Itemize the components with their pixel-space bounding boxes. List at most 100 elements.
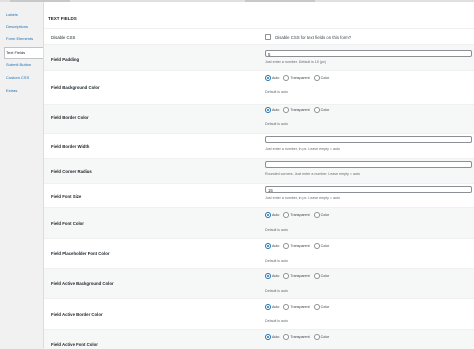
field-active-bg-color-desc: Default is auto — [265, 289, 288, 293]
field-font-size-input[interactable]: 15 — [265, 186, 472, 193]
field-bg-color-radios: Auto Transparent Color — [265, 75, 332, 81]
section-title: TEXT FIELDS — [48, 16, 77, 21]
field-active-bg-color-radios: Auto Transparent Color — [265, 273, 332, 279]
radio-auto-label: Auto — [272, 76, 280, 80]
tab-label: Labels — [6, 12, 18, 17]
radio-color[interactable] — [313, 273, 320, 279]
tab-label: Extras — [6, 88, 18, 93]
field-active-border-color-row: Field Active Border Color Auto Transpare… — [44, 298, 474, 330]
radio-color[interactable] — [313, 212, 320, 218]
field-font-size-label: Field Font Size — [51, 194, 82, 199]
radio-auto-label: Auto — [272, 335, 280, 339]
field-active-font-color-row: Field Active Font Color Auto Transparent… — [44, 329, 474, 349]
radio-transparent-label: Transparent — [290, 76, 310, 80]
field-active-font-color-radios: Auto Transparent Color — [265, 334, 332, 340]
tab-extras[interactable]: Extras — [5, 86, 42, 96]
field-placeholder-font-color-radios: Auto Transparent Color — [265, 243, 332, 249]
radio-transparent[interactable] — [283, 334, 290, 340]
radio-auto[interactable] — [265, 334, 271, 340]
radio-color[interactable] — [313, 334, 320, 340]
field-font-color-label: Field Font Color — [51, 221, 84, 226]
field-padding-row: Field Padding 5 Just enter a number. Def… — [44, 44, 474, 71]
field-corner-radius-desc: Rounded corners. Just enter a number. Le… — [265, 172, 360, 176]
tab-text-fields[interactable]: Text Fields — [4, 47, 43, 59]
radio-transparent-label: Transparent — [290, 213, 310, 217]
tab-label: Custom CSS — [6, 75, 30, 80]
settings-tabs: Labels Descriptions Form Elements Text F… — [0, 2, 44, 348]
field-font-color-desc: Default is auto — [265, 228, 288, 232]
field-border-width-input[interactable] — [265, 136, 472, 143]
field-border-color-desc: Default is auto — [265, 122, 288, 126]
field-border-color-label: Field Border Color — [51, 115, 89, 120]
tab-form-elements[interactable]: Form Elements — [5, 34, 42, 44]
radio-color[interactable] — [313, 75, 320, 81]
field-active-font-color-label: Field Active Font Color — [51, 342, 98, 347]
field-placeholder-font-color-label: Field Placeholder Font Color — [51, 251, 110, 256]
tab-label: Descriptions — [6, 24, 29, 29]
field-bg-color-row: Field Background Color Auto Transparent … — [44, 70, 474, 105]
radio-transparent[interactable] — [283, 243, 290, 249]
radio-color-label: Color — [320, 335, 330, 339]
field-bg-color-desc: Default is auto — [265, 90, 288, 94]
radio-transparent-label: Transparent — [290, 305, 310, 309]
radio-transparent[interactable] — [283, 273, 290, 279]
radio-auto[interactable] — [265, 304, 271, 310]
radio-transparent[interactable] — [283, 212, 290, 218]
field-active-bg-color-label: Field Active Background Color — [51, 281, 114, 286]
radio-auto-label: Auto — [272, 213, 280, 217]
radio-transparent[interactable] — [283, 304, 290, 310]
radio-color-label: Color — [320, 213, 330, 217]
radio-color-label: Color — [320, 305, 330, 309]
field-border-width-desc: Just enter a number, in px. Leave empty … — [265, 147, 341, 151]
settings-panel: TEXT FIELDS Disable CSS Disable CSS for … — [44, 2, 474, 349]
field-border-width-row: Field Border Width Just enter a number, … — [44, 133, 474, 159]
field-font-color-radios: Auto Transparent Color — [265, 212, 332, 218]
radio-auto-label: Auto — [272, 274, 280, 278]
disable-css-checkbox[interactable] — [265, 34, 271, 40]
radio-auto[interactable] — [265, 243, 271, 249]
field-padding-label: Field Padding — [51, 57, 80, 62]
radio-auto[interactable] — [265, 107, 271, 113]
tab-submit-button[interactable]: Submit Button — [5, 60, 42, 70]
radio-auto[interactable] — [265, 212, 271, 218]
field-padding-desc: Just enter a number. Default is 15 (px) — [265, 60, 326, 64]
radio-color[interactable] — [313, 243, 320, 249]
tab-descriptions[interactable]: Descriptions — [5, 22, 42, 32]
field-placeholder-font-color-desc: Default is auto — [265, 259, 288, 263]
field-corner-radius-input[interactable] — [265, 161, 472, 168]
radio-auto[interactable] — [265, 273, 271, 279]
field-font-color-row: Field Font Color Auto Transparent Color … — [44, 207, 474, 239]
field-font-size-desc: Just enter a number, in px. Leave empty … — [265, 196, 341, 200]
radio-color-label: Color — [320, 108, 330, 112]
radio-color-label: Color — [320, 274, 330, 278]
disable-css-control: Disable CSS for text fields on this form… — [265, 34, 351, 40]
field-corner-radius-row: Field Corner Radius Rounded corners. Jus… — [44, 158, 474, 184]
radio-transparent-label: Transparent — [290, 335, 310, 339]
radio-transparent-label: Transparent — [290, 274, 310, 278]
field-placeholder-font-color-row: Field Placeholder Font Color Auto Transp… — [44, 238, 474, 269]
field-border-color-radios: Auto Transparent Color — [265, 107, 332, 113]
disable-css-row: Disable CSS Disable CSS for text fields … — [44, 28, 474, 45]
radio-color[interactable] — [313, 107, 320, 113]
field-padding-input[interactable]: 5 — [265, 50, 472, 57]
tab-label: Text Fields — [6, 50, 26, 55]
radio-color[interactable] — [313, 304, 320, 310]
radio-auto-label: Auto — [272, 244, 280, 248]
radio-auto[interactable] — [265, 75, 271, 81]
tab-labels[interactable]: Labels — [5, 10, 42, 20]
tab-custom-css[interactable]: Custom CSS — [5, 73, 42, 83]
disable-css-checkbox-label: Disable CSS for text fields on this form… — [275, 34, 352, 40]
radio-color-label: Color — [320, 76, 330, 80]
tab-label: Submit Button — [6, 62, 32, 67]
radio-transparent-label: Transparent — [290, 244, 310, 248]
field-active-border-color-radios: Auto Transparent Color — [265, 304, 332, 310]
field-active-bg-color-row: Field Active Background Color Auto Trans… — [44, 268, 474, 299]
field-active-border-color-desc: Default is auto — [265, 319, 288, 323]
radio-transparent[interactable] — [283, 75, 290, 81]
radio-transparent[interactable] — [283, 107, 290, 113]
field-corner-radius-label: Field Corner Radius — [51, 169, 92, 174]
field-font-size-row: Field Font Size 15 Just enter a number, … — [44, 183, 474, 208]
disable-css-label: Disable CSS — [51, 35, 76, 40]
field-border-color-row: Field Border Color Auto Transparent Colo… — [44, 104, 474, 134]
radio-color-label: Color — [320, 244, 330, 248]
